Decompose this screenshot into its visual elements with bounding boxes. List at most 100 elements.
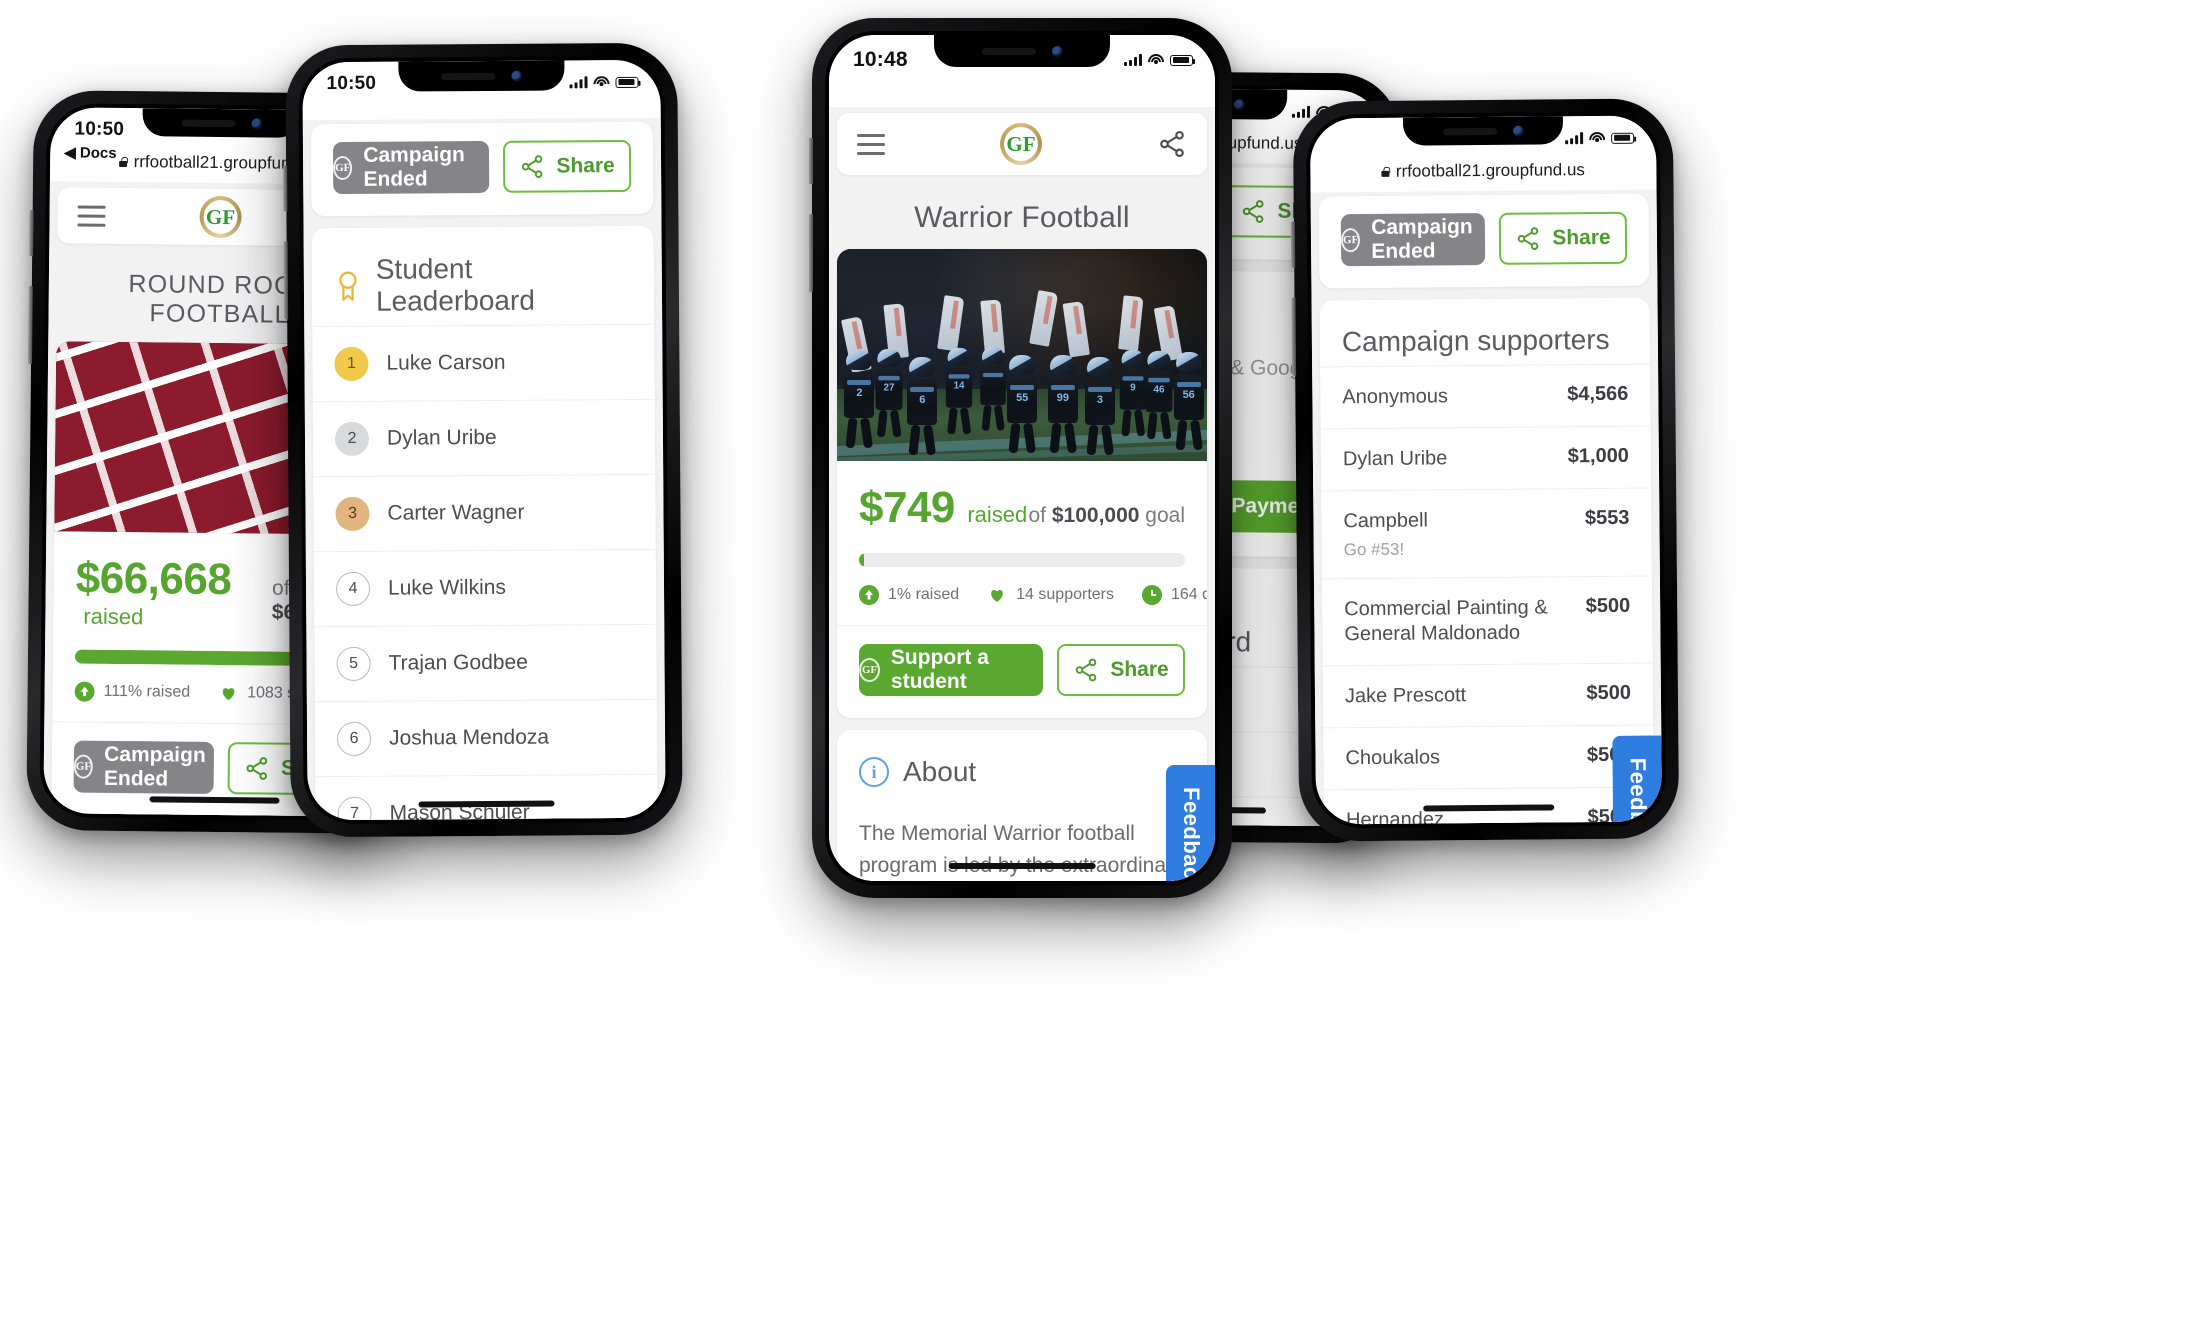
front-camera: [510, 70, 522, 82]
leaderboard-row[interactable]: 4 Luke Wilkins: [313, 548, 657, 627]
supporters-title: Campaign supporters: [1341, 323, 1610, 358]
menu-icon[interactable]: [77, 205, 106, 227]
about-card: i About The Memorial Warrior football pr…: [837, 730, 1207, 881]
leaderboard-header: Student Leaderboard: [312, 226, 655, 326]
share-icon: [522, 155, 543, 178]
home-indicator: [1423, 804, 1555, 812]
supporter-row: Dylan Uribe $1,000: [1320, 425, 1652, 491]
amount-row: $749 raised of $100,000 goal: [859, 483, 1185, 533]
feedback-label: Feedback: [1179, 787, 1204, 881]
share-icon: [1518, 227, 1539, 250]
earpiece-speaker: [181, 119, 236, 127]
metric-percent-raised: 111% raised: [74, 681, 190, 703]
safari-back-to-app-link[interactable]: ◀ Docs: [64, 143, 117, 162]
supporter-row: Commercial Painting & General Maldonado $…: [1321, 575, 1653, 666]
student-name: Trajan Godbee: [388, 650, 528, 675]
support-a-student-button[interactable]: GF Support a student: [859, 644, 1043, 696]
phone-center-warrior-football: 10:48 GF Warrior Football 2 27 6 14 55 9…: [809, 18, 1232, 898]
groupfund-logo: GF: [1000, 123, 1042, 165]
phone-screen: 10:48 GF Warrior Football 2 27 6 14 55 9…: [829, 35, 1215, 881]
notch: [142, 108, 301, 138]
app-navbar: GF: [837, 113, 1207, 175]
menu-icon[interactable]: [857, 133, 885, 155]
leaderboard-row[interactable]: 5 Trajan Godbee: [314, 623, 657, 702]
share-button[interactable]: Share: [502, 139, 632, 193]
share-button[interactable]: Share: [1498, 211, 1628, 265]
phone-screen: rrfootball21.groupfund.us GF Campaign En…: [1309, 115, 1663, 825]
supporters-list: Anonymous $4,566 Dylan Uribe $1,000 Campbell…: [1320, 363, 1656, 825]
leaderboard-row[interactable]: 6 Joshua Mendoza: [314, 698, 658, 777]
heart-icon: [987, 585, 1007, 605]
supporter-note: Go #53!: [1343, 539, 1405, 560]
notch: [398, 60, 565, 92]
campaign-card: 2 27 6 14 55 99 3 9 46 56 $749 raised of…: [837, 249, 1207, 718]
student-name: Dylan Uribe: [386, 425, 497, 450]
status-indicators: [1124, 54, 1195, 66]
lock-icon: [120, 157, 128, 167]
student-name: Luke Wilkins: [387, 575, 506, 600]
supporter-row: Anonymous $4,566: [1320, 363, 1651, 429]
raised-label: raised: [967, 502, 1028, 527]
metric-time: 164 days remaining: [1142, 585, 1207, 605]
phone-bezel: 10:50 GF Campaign Ended Share Student Le…: [298, 55, 670, 825]
leaderboard-list: 1 Luke Carson 2 Dylan Uribe 3 Carter Wagner 4 L…: [312, 323, 660, 821]
notch: [1402, 116, 1564, 146]
status-indicators: [1565, 131, 1635, 145]
supporter-name: Choukalos: [1345, 746, 1441, 770]
cta-row: GF Campaign Ended Share: [1319, 194, 1650, 289]
share-icon[interactable]: [1157, 129, 1187, 159]
feedback-tab[interactable]: Feedback 👍: [1166, 765, 1215, 881]
campaign-ended-button[interactable]: GF Campaign Ended: [73, 740, 215, 794]
raised-label: raised: [83, 603, 144, 630]
phone-right-supporters: rrfootball21.groupfund.us GF Campaign En…: [1292, 98, 1680, 842]
cta-row: GF Campaign Ended Share: [311, 122, 654, 216]
amount-raised: $66,668: [75, 553, 232, 605]
metric-supporters: 14 supporters: [987, 585, 1114, 605]
home-indicator: [948, 863, 1096, 869]
leaderboard-row[interactable]: 7 Mason Schuler: [315, 773, 658, 821]
campaign-ended-button[interactable]: GF Campaign Ended: [332, 140, 490, 195]
metric-percent-raised: 1% raised: [859, 585, 959, 605]
safari-url-bar[interactable]: rrfootball21.groupfund.us: [1310, 155, 1657, 193]
battery-icon: [615, 76, 639, 88]
groupfund-mark-icon: GF: [859, 658, 880, 682]
battery-icon: [1611, 132, 1635, 144]
leaderboard-row[interactable]: 2 Dylan Uribe: [312, 398, 656, 477]
feedback-tab[interactable]: Feedback 👍: [1612, 735, 1663, 825]
phone-bezel: 10:48 GF Warrior Football 2 27 6 14 55 9…: [825, 31, 1219, 885]
student-name: Luke Carson: [386, 350, 506, 375]
app-body: GF Warrior Football 2 27 6 14 55 99 3 9 …: [829, 107, 1215, 881]
supporter-name: Jake Prescott: [1344, 684, 1467, 708]
supporter-row: Jake Prescott $500: [1322, 662, 1654, 728]
leaderboard-row[interactable]: 1 Luke Carson: [312, 323, 655, 402]
earpiece-speaker: [1442, 127, 1497, 135]
supporter-name: Anonymous: [1342, 385, 1449, 409]
cta-card: GF Campaign Ended Share: [310, 121, 654, 217]
rank-badge: 1: [334, 346, 369, 382]
share-button[interactable]: Share: [1057, 644, 1185, 696]
groupfund-mark-icon: GF: [73, 754, 94, 779]
supporter-name: Dylan Uribe: [1342, 447, 1448, 471]
leaderboard-row[interactable]: 3 Carter Wagner: [313, 473, 656, 552]
ribbon-award-icon: [339, 271, 357, 301]
status-indicators: [569, 76, 639, 89]
supporter-amount: $4,566: [1567, 382, 1629, 406]
earpiece-speaker: [981, 47, 1036, 55]
supporter-name: Commercial Painting & General Maldonado: [1344, 596, 1548, 646]
student-name: Joshua Mendoza: [388, 725, 550, 750]
cta-card: GF Campaign Ended Share: [1318, 193, 1650, 289]
phone-second-leaderboard: 10:50 GF Campaign Ended Share Student Le…: [285, 42, 683, 838]
clock-icon: [1142, 585, 1162, 605]
arrow-up-icon: [859, 585, 879, 605]
cellular-signal-icon: [1565, 132, 1584, 145]
status-time: 10:50: [326, 72, 377, 95]
marketing-phone-mockup-collage: 10:50 ◀ Docs rrfootball21.groupfund.us G…: [0, 0, 2188, 1317]
goal-text: of $100,000 goal: [1028, 504, 1186, 527]
campaign-ended-button[interactable]: GF Campaign Ended: [1340, 213, 1486, 267]
cellular-signal-icon: [1291, 105, 1311, 118]
supporter-name: Campbell: [1343, 509, 1429, 533]
lock-icon: [1382, 167, 1390, 177]
rank-badge: 5: [336, 646, 371, 682]
front-camera: [1512, 125, 1524, 137]
rank-badge: 6: [336, 721, 372, 757]
